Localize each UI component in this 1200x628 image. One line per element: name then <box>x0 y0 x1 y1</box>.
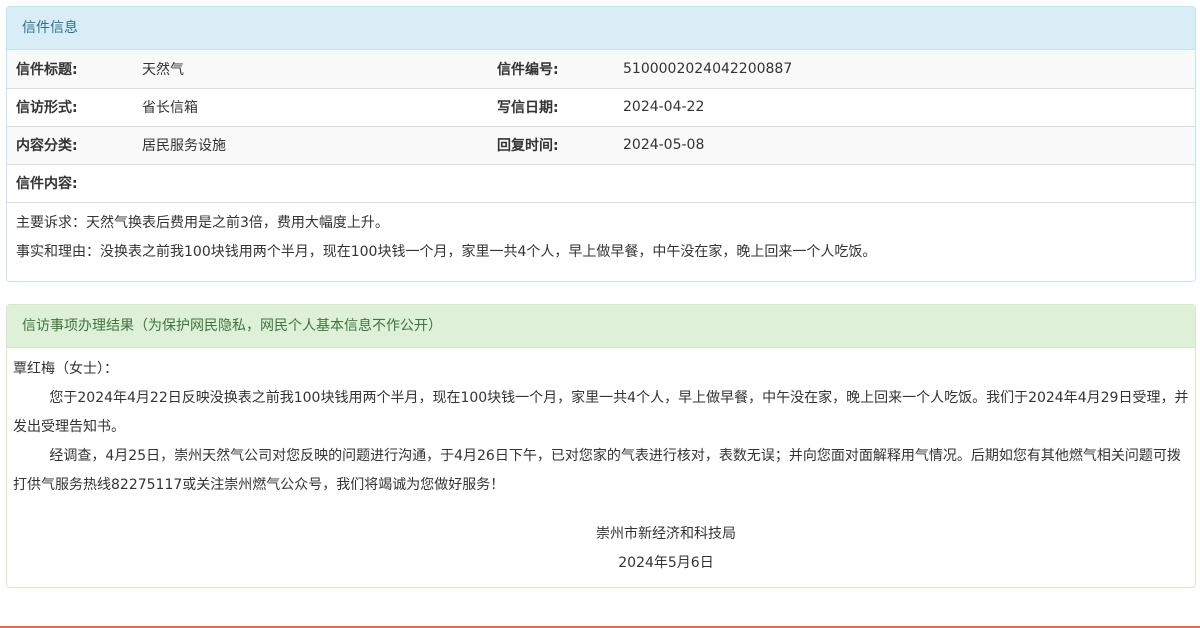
reply-time-value: 2024-05-08 <box>614 126 1195 165</box>
reply-paragraph-1: 您于2024年4月22日反映没换表之前我100块钱用两个半月，现在100块钱一个… <box>13 390 1189 435</box>
petition-form-value: 省长信箱 <box>133 88 488 127</box>
signature-date: 2024年5月6日 <box>618 555 714 571</box>
handling-result-heading: 信访事项办理结果（为保护网民隐私，网民个人基本信息不作公开） <box>7 305 1195 348</box>
letter-content-label: 信件内容: <box>7 164 1195 203</box>
table-row: 信访形式: 省长信箱 写信日期: 2024-04-22 <box>7 88 1195 127</box>
content-category-value: 居民服务设施 <box>133 126 488 165</box>
letter-info-panel: 信件信息 信件标题: 天然气 信件编号: 5100002024042200887… <box>6 6 1196 282</box>
content-category-label: 内容分类: <box>7 126 133 165</box>
letter-content-text: 主要诉求：天然气换表后费用是之前3倍，费用大幅度上升。 事实和理由：没换表之前我… <box>7 203 1195 273</box>
letter-number-label: 信件编号: <box>488 50 614 89</box>
letter-info-heading: 信件信息 <box>7 7 1195 50</box>
table-row: 信件标题: 天然气 信件编号: 5100002024042200887 <box>7 50 1195 89</box>
letter-number-value: 5100002024042200887 <box>614 50 1195 89</box>
letter-info-table: 信件标题: 天然气 信件编号: 5100002024042200887 信访形式… <box>7 50 1195 203</box>
reply-time-label: 回复时间: <box>488 126 614 165</box>
signature-org: 崇州市新经济和科技局 <box>596 526 736 542</box>
reply-paragraph-2: 经调查，4月25日，崇州天然气公司对您反映的问题进行沟通，于4月26日下午，已对… <box>13 448 1181 493</box>
main-appeal-line: 主要诉求：天然气换表后费用是之前3倍，费用大幅度上升。 <box>16 214 389 231</box>
reply-body: 覃红梅（女士）： 您于2024年4月22日反映没换表之前我100块钱用两个半月，… <box>7 348 1195 578</box>
letter-title-value: 天然气 <box>133 50 488 89</box>
facts-reasons-line: 事实和理由：没换表之前我100块钱用两个半月，现在100块钱一个月，家里一共4个… <box>16 243 877 260</box>
table-row: 信件内容: <box>7 164 1195 203</box>
reply-salutation: 覃红梅（女士）： <box>13 361 118 377</box>
petition-form-label: 信访形式: <box>7 88 133 127</box>
handling-result-panel: 信访事项办理结果（为保护网民隐私，网民个人基本信息不作公开） 覃红梅（女士）： … <box>6 304 1196 588</box>
table-row: 内容分类: 居民服务设施 回复时间: 2024-05-08 <box>7 126 1195 165</box>
write-date-label: 写信日期: <box>488 88 614 127</box>
letter-title-label: 信件标题: <box>7 50 133 89</box>
write-date-value: 2024-04-22 <box>614 88 1195 127</box>
